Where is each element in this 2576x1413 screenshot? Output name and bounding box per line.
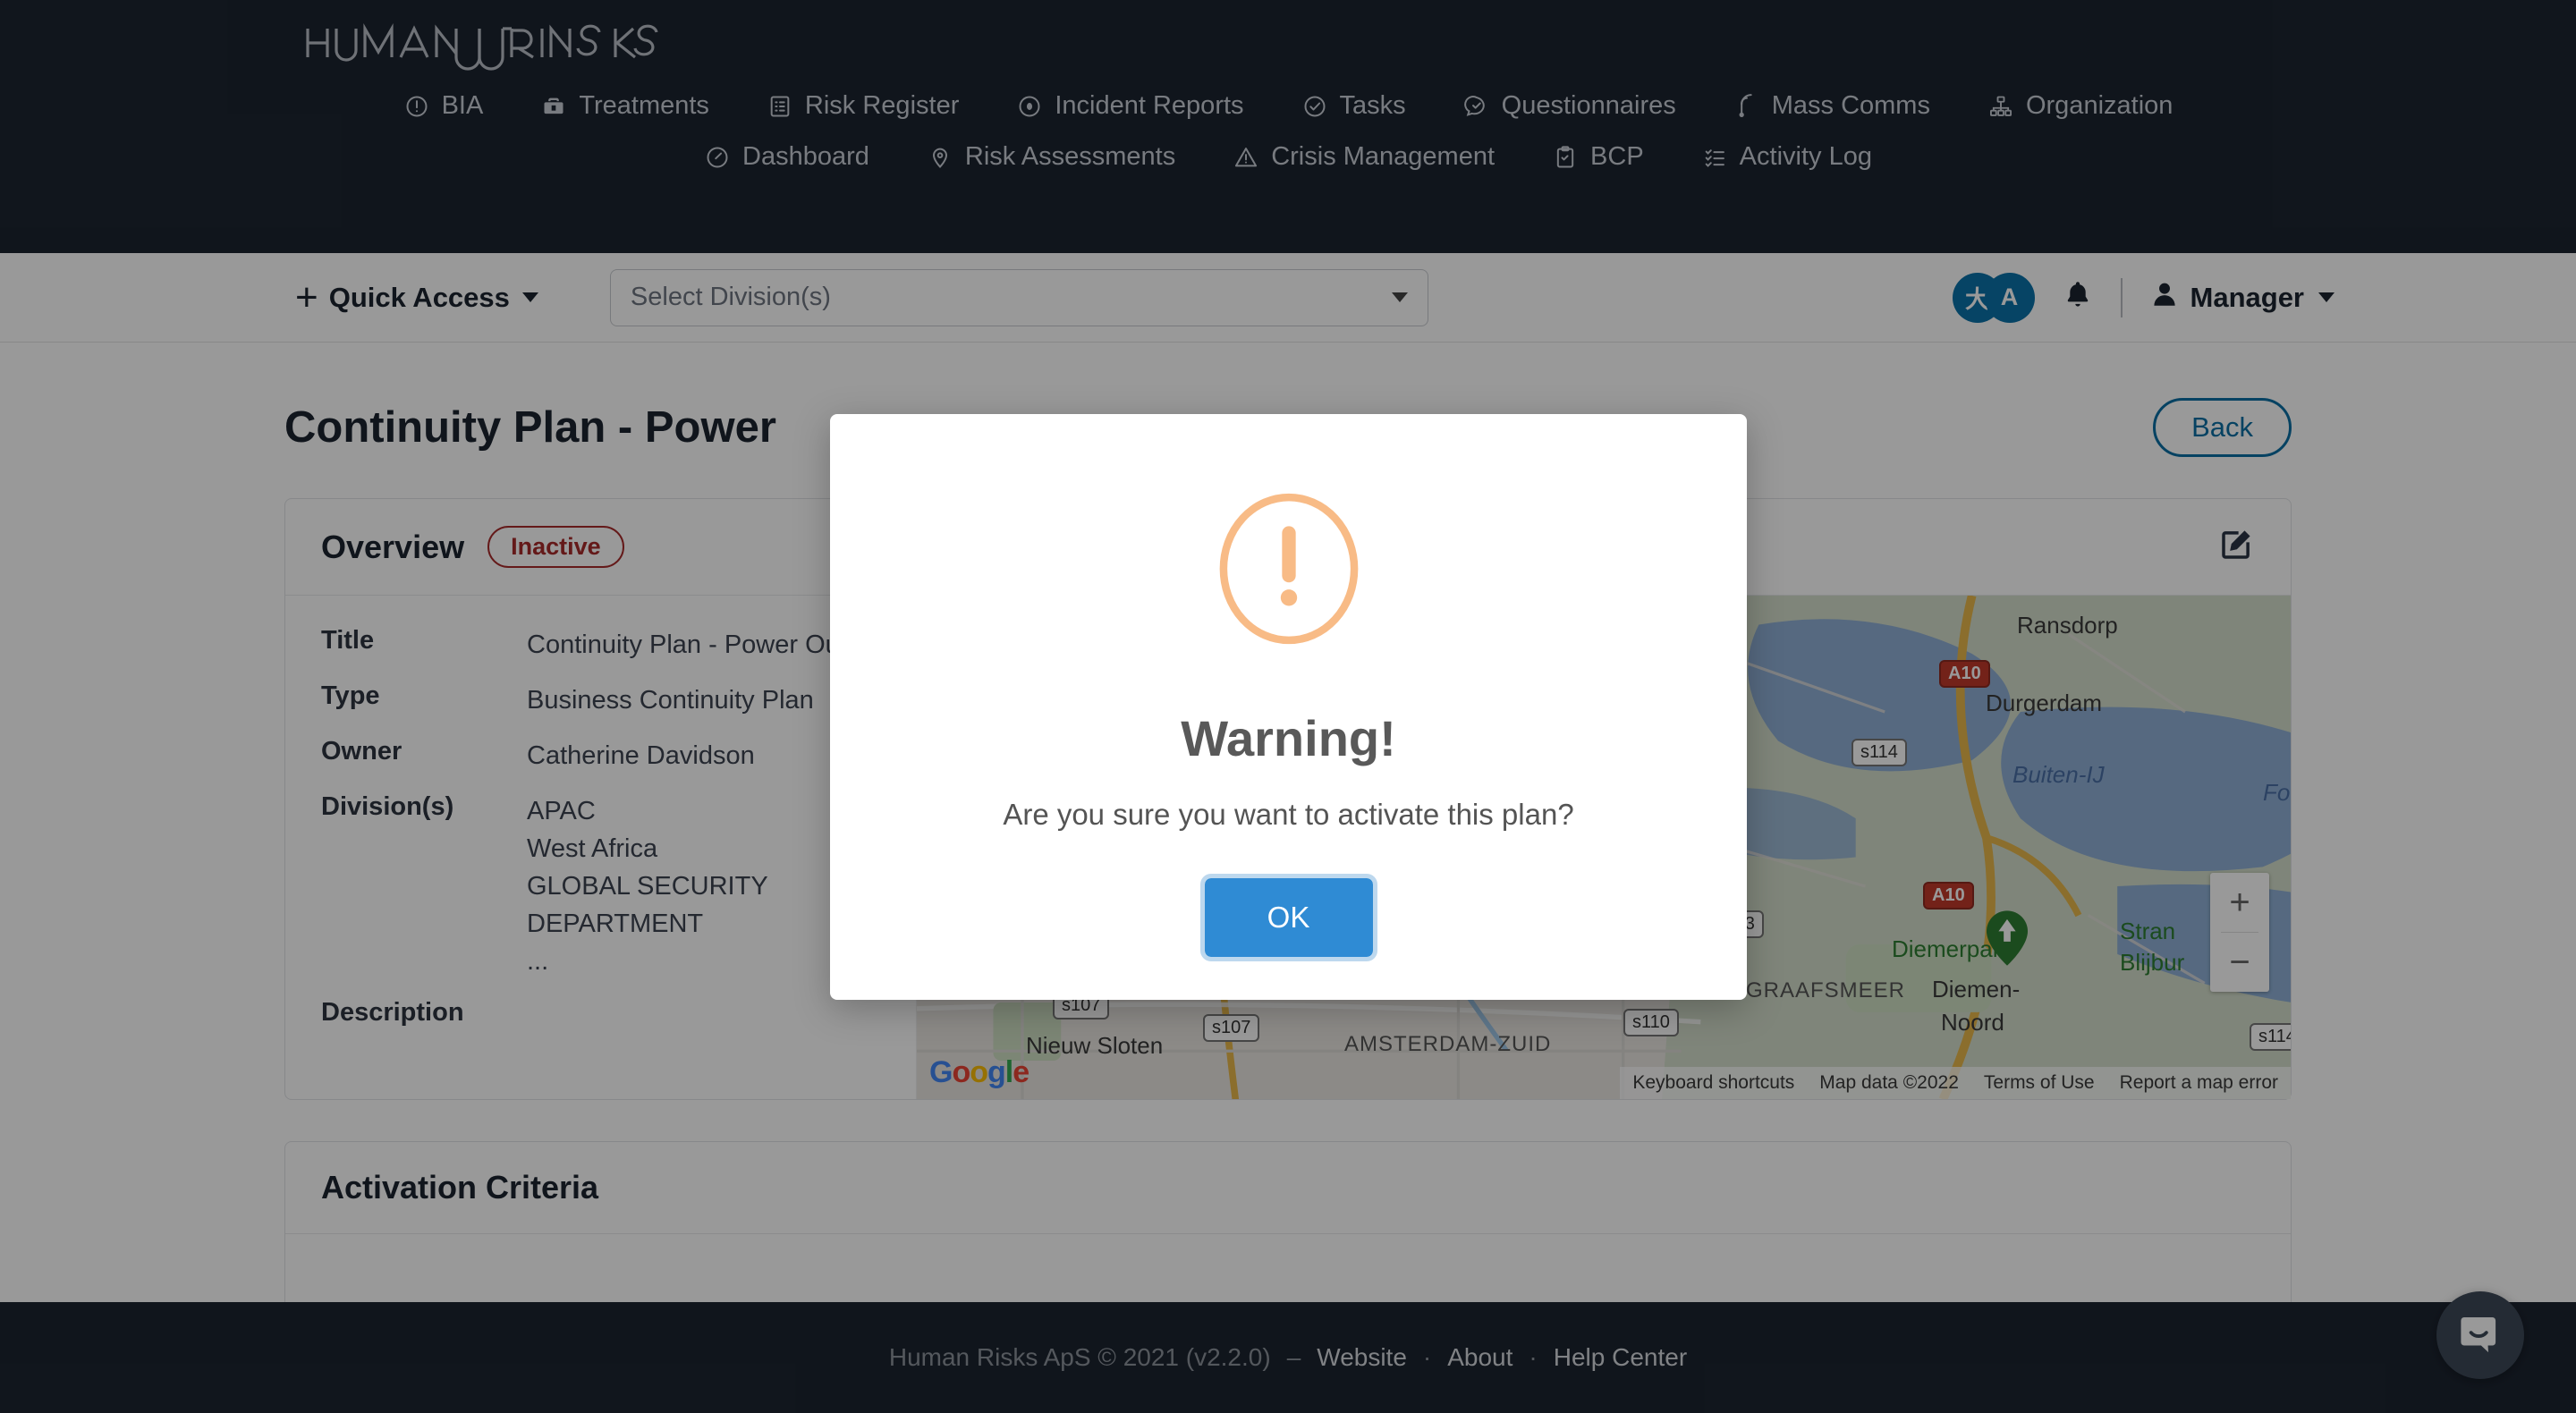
warning-exclamation-icon bbox=[1213, 493, 1365, 645]
warning-modal: Warning! Are you sure you want to activa… bbox=[830, 414, 1747, 1000]
modal-ok-button[interactable]: OK bbox=[1199, 874, 1377, 961]
modal-title: Warning! bbox=[1181, 710, 1396, 766]
modal-message: Are you sure you want to activate this p… bbox=[1003, 798, 1574, 831]
